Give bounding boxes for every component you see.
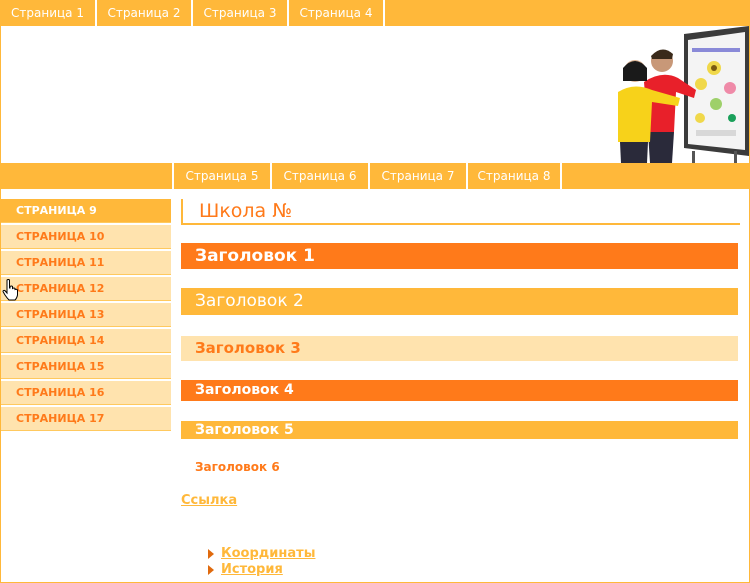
page-title: Школа № xyxy=(199,200,293,222)
sidebar-item-page-16[interactable]: СТРАНИЦА 16 xyxy=(1,381,171,405)
sub-nav-page-8[interactable]: Страница 8 xyxy=(466,163,562,189)
list-item-label[interactable]: История xyxy=(221,562,283,577)
sidebar-item-page-13[interactable]: СТРАНИЦА 13 xyxy=(1,303,171,327)
hand-pointer-icon xyxy=(2,279,18,301)
sidebar-menu: СТРАНИЦА 9 СТРАНИЦА 10 СТРАНИЦА 11 СТРАН… xyxy=(1,199,171,433)
heading-1: Заголовок 1 xyxy=(181,243,738,269)
sidebar-item-page-9[interactable]: СТРАНИЦА 9 xyxy=(1,199,171,223)
top-navigation: Страница 1 Страница 2 Страница 3 Страниц… xyxy=(0,0,750,26)
heading-3: Заголовок 3 xyxy=(181,336,738,361)
list-item-coordinates[interactable]: Координаты xyxy=(208,546,315,562)
list-item-history[interactable]: История xyxy=(208,562,315,578)
sub-nav-page-7[interactable]: Страница 7 xyxy=(368,163,466,189)
arrow-right-icon xyxy=(208,565,214,575)
students-at-interactive-board-image xyxy=(612,26,749,163)
sample-link[interactable]: Ссылка xyxy=(181,493,237,508)
heading-5: Заголовок 5 xyxy=(181,421,738,439)
sub-nav-page-6[interactable]: Страница 6 xyxy=(270,163,368,189)
sidebar-item-page-15[interactable]: СТРАНИЦА 15 xyxy=(1,355,171,379)
top-nav-page-2[interactable]: Страница 2 xyxy=(97,0,193,26)
sidebar-item-page-12[interactable]: СТРАНИЦА 12 xyxy=(1,277,171,301)
sidebar-item-page-14[interactable]: СТРАНИЦА 14 xyxy=(1,329,171,353)
heading-2: Заголовок 2 xyxy=(181,288,738,315)
heading-4: Заголовок 4 xyxy=(181,380,738,401)
page-title-box: Школа № xyxy=(181,199,740,225)
top-nav-page-1[interactable]: Страница 1 xyxy=(0,0,97,26)
heading-6: Заголовок 6 xyxy=(195,460,280,474)
link-list: Координаты История xyxy=(208,546,315,578)
sidebar-item-page-10[interactable]: СТРАНИЦА 10 xyxy=(1,225,171,249)
sidebar-item-page-17[interactable]: СТРАНИЦА 17 xyxy=(1,407,171,431)
top-nav-page-3[interactable]: Страница 3 xyxy=(193,0,289,26)
top-nav-page-4[interactable]: Страница 4 xyxy=(289,0,385,26)
arrow-right-icon xyxy=(208,549,214,559)
list-item-label[interactable]: Координаты xyxy=(221,546,315,561)
sub-nav-page-5[interactable]: Страница 5 xyxy=(172,163,270,189)
sidebar-item-page-11[interactable]: СТРАНИЦА 11 xyxy=(1,251,171,275)
hero-image xyxy=(612,26,749,163)
sub-navigation: Страница 5 Страница 6 Страница 7 Страниц… xyxy=(0,163,750,189)
